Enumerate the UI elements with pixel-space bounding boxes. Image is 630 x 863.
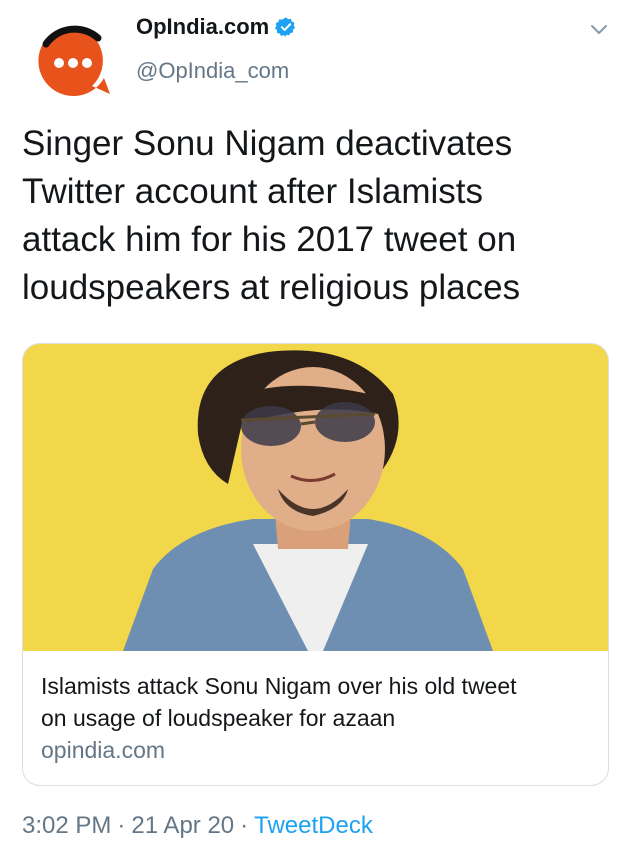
tweet-date[interactable]: 21 Apr 20 <box>131 812 234 839</box>
tweet-meta: 3:02 PM · 21 Apr 20 · TweetDeck <box>22 812 373 840</box>
meta-separator: · <box>240 812 249 839</box>
card-image[interactable] <box>23 344 608 651</box>
tweet-text-line: Twitter account after Islamists <box>22 172 483 211</box>
account-name-row[interactable]: OpIndia.com <box>136 14 297 40</box>
display-name[interactable]: OpIndia.com <box>136 14 269 40</box>
opindia-logo-icon[interactable] <box>28 16 118 106</box>
meta-separator: · <box>117 812 126 839</box>
chevron-down-icon[interactable] <box>588 18 610 40</box>
verified-badge-icon <box>275 17 296 37</box>
link-card[interactable]: Islamists attack Sonu Nigam over his old… <box>22 343 609 786</box>
card-domain[interactable]: opindia.com <box>41 737 165 764</box>
tweet-text: Singer Sonu Nigam deactivates Twitter ac… <box>22 120 612 312</box>
tweet-time[interactable]: 3:02 PM <box>22 812 111 839</box>
account-handle[interactable]: @OpIndia_com <box>136 58 289 84</box>
card-title-line: on usage of loudspeaker for azaan <box>41 705 396 731</box>
card-title-line: Islamists attack Sonu Nigam over his old… <box>41 673 517 699</box>
card-title[interactable]: Islamists attack Sonu Nigam over his old… <box>41 670 596 734</box>
tweet-text-line: loudspeakers at religious places <box>22 268 521 307</box>
tweet-text-line: Singer Sonu Nigam deactivates <box>22 124 513 163</box>
tweet-source-link[interactable]: TweetDeck <box>254 812 373 839</box>
tweet-text-line: attack him for his 2017 tweet on <box>22 220 517 259</box>
